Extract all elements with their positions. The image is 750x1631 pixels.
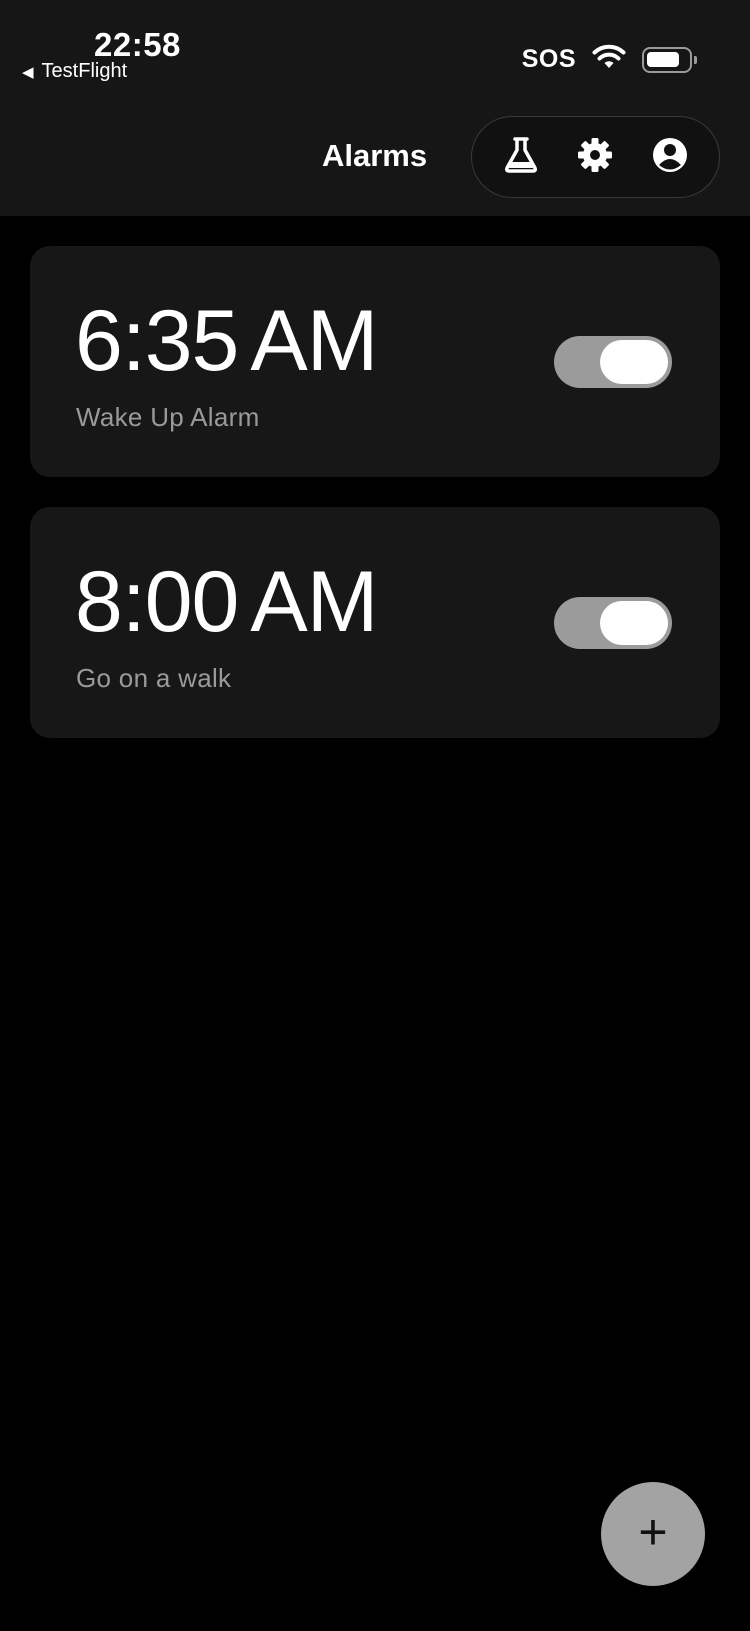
back-app-label: TestFlight (41, 60, 128, 82)
alarm-label: Go on a walk (76, 663, 232, 693)
battery-icon (642, 46, 697, 73)
flask-icon (503, 136, 539, 179)
battery-nub (694, 55, 697, 64)
battery-fill (647, 51, 679, 67)
alarm-ampm: AM (250, 554, 378, 650)
labs-button[interactable] (493, 129, 549, 185)
alarm-card[interactable]: 8:00 AM Go on a walk (30, 507, 720, 738)
alarm-time: 8:00 AM (75, 559, 378, 645)
toggle-knob (600, 340, 668, 384)
settings-button[interactable] (567, 129, 623, 185)
status-time: 22:58 (94, 26, 181, 63)
alarm-card[interactable]: 6:35 AM Wake Up Alarm (30, 246, 720, 477)
account-circle-icon (651, 136, 689, 179)
alarm-toggle[interactable] (554, 336, 672, 388)
top-bar: 22:58 ◀ TestFlight SOS Alarms (0, 0, 750, 216)
alarms-screen: 22:58 ◀ TestFlight SOS Alarms 6:35 AM Wa… (0, 0, 750, 1631)
account-button[interactable] (642, 129, 698, 185)
carrier-label: SOS (521, 45, 576, 73)
alarm-list: 6:35 AM Wake Up Alarm 8:00 AM Go on a walk (30, 246, 720, 768)
toggle-knob (600, 601, 668, 645)
alarm-time-value: 6:35 (75, 293, 239, 389)
nav-actions (471, 116, 720, 198)
alarm-time-value: 8:00 (75, 554, 239, 650)
wifi-icon (592, 44, 626, 75)
alarm-time: 6:35 AM (75, 298, 378, 384)
gear-icon (576, 136, 614, 179)
add-alarm-button[interactable]: + (601, 1482, 705, 1586)
alarm-ampm: AM (250, 293, 378, 389)
back-to-app-link[interactable]: ◀ TestFlight (22, 60, 127, 83)
alarm-label: Wake Up Alarm (76, 402, 260, 432)
page-title: Alarms (322, 138, 428, 173)
status-indicators: SOS (521, 44, 697, 75)
plus-icon: + (638, 1504, 668, 1560)
alarm-toggle[interactable] (554, 597, 672, 649)
back-arrow-icon: ◀ (22, 63, 34, 81)
